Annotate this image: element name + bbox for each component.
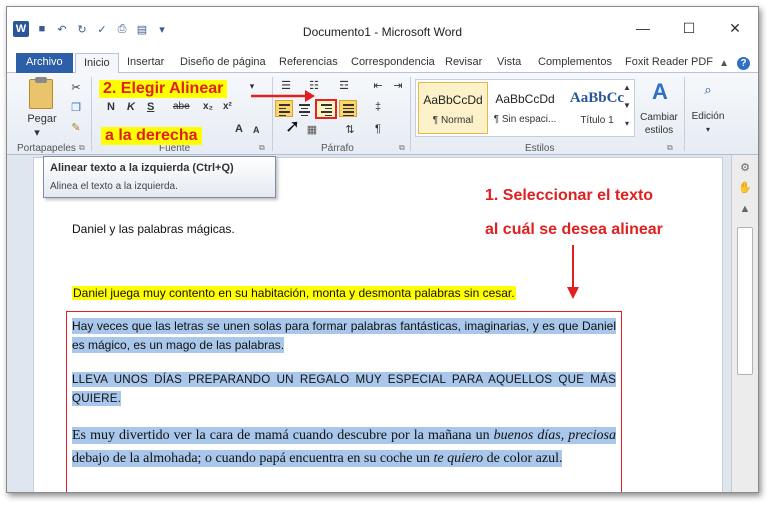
format-painter-icon[interactable]: ✎ — [69, 121, 83, 134]
styles-gallery: AaBbCcDd ¶ Normal AaBbCcDd ¶ Sin espaci.… — [415, 79, 635, 137]
mouse-cursor-icon: ➚ — [285, 116, 301, 136]
justify-button[interactable] — [339, 100, 357, 117]
vertical-scrollbar[interactable]: ⚙ ✋ ▲ — [731, 155, 758, 492]
title-bar: W ■ ↶ ↻ ✓ ⎙ ▤ ▾ Documento1 - Microsoft W… — [7, 7, 758, 49]
paste-dropdown-icon[interactable]: ▾ — [27, 126, 47, 139]
decrease-indent-icon[interactable]: ⇤ — [371, 79, 385, 92]
style-name: ¶ Sin espaci... — [493, 114, 557, 125]
grow-font-button[interactable]: A — [235, 123, 243, 135]
align-right-icon — [321, 104, 332, 118]
style-sin-espaciado[interactable]: AaBbCcDd ¶ Sin espaci... — [490, 82, 560, 134]
find-icon[interactable]: ⌕ — [695, 79, 721, 101]
highlighted-paragraph[interactable]: Daniel juega muy contento en su habitaci… — [72, 286, 516, 300]
minimize-button[interactable]: — — [620, 17, 666, 39]
selection-highlight-box — [66, 311, 622, 492]
multilevel-list-icon[interactable]: ☲ — [337, 79, 351, 92]
style-normal[interactable]: AaBbCcDd ¶ Normal — [418, 82, 488, 134]
subscript-button[interactable]: x₂ — [203, 101, 213, 112]
paste-icon[interactable] — [29, 77, 53, 109]
help-icon[interactable]: ? — [737, 57, 750, 70]
line-spacing-icon[interactable]: ‡ — [369, 101, 387, 113]
tab-diseno-pagina[interactable]: Diseño de página — [172, 53, 274, 73]
shrink-font-button[interactable]: A — [253, 125, 260, 135]
close-button[interactable]: ✕ — [712, 17, 758, 39]
italic-button[interactable]: K — [127, 101, 135, 113]
show-marks-button[interactable]: ¶ — [371, 123, 385, 135]
borders-icon[interactable]: ▦ — [305, 123, 319, 136]
sort-icon[interactable]: ⇅ — [343, 123, 357, 136]
ruler-toggle-icon[interactable]: ⚙ — [738, 161, 752, 175]
font-launcher-icon[interactable]: ⧉ — [259, 143, 265, 153]
tab-referencias[interactable]: Referencias — [271, 53, 346, 73]
tab-archivo[interactable]: Archivo — [16, 53, 73, 73]
tab-insertar[interactable]: Insertar — [119, 53, 172, 73]
style-name: ¶ Normal — [432, 115, 474, 126]
step1-annotation-line1: 1. Seleccionar el texto — [485, 187, 654, 204]
strikethrough-button[interactable]: abe — [173, 101, 190, 112]
pan-hand-icon[interactable]: ✋ — [738, 181, 752, 195]
collapse-ribbon-icon[interactable]: ▲ — [719, 58, 729, 69]
maximize-button[interactable]: ☐ — [666, 17, 712, 39]
font-size-dropdown-icon[interactable]: ▾ — [247, 81, 257, 92]
tab-foxit[interactable]: Foxit Reader PDF — [617, 53, 721, 73]
paragraph-launcher-icon[interactable]: ⧉ — [399, 143, 405, 153]
increase-indent-icon[interactable]: ⇥ — [391, 79, 405, 92]
style-sample: AaBbCcDd — [495, 92, 555, 106]
scrollbar-thumb[interactable] — [737, 227, 753, 375]
tab-revisar[interactable]: Revisar — [437, 53, 490, 73]
tooltip-title: Alinear texto a la izquierda (Ctrl+Q) — [50, 162, 234, 174]
group-label-clipboard: Portapapeles — [17, 143, 76, 154]
paste-button[interactable]: Pegar — [25, 113, 59, 125]
copy-icon[interactable]: ❐ — [69, 101, 83, 114]
styles-scroll-down-icon[interactable]: ▼ — [621, 101, 633, 110]
editing-button[interactable]: Edición — [683, 111, 733, 122]
change-styles-icon[interactable]: A — [647, 79, 673, 105]
tab-vista[interactable]: Vista — [489, 53, 529, 73]
tab-inicio[interactable]: Inicio — [75, 53, 119, 74]
tooltip-body: Alinea el texto a la izquierda. — [50, 181, 178, 192]
underline-button[interactable]: S — [147, 101, 154, 113]
group-label-styles: Estilos — [525, 143, 555, 154]
style-sample: AaBbCcDd — [423, 93, 483, 107]
align-center-icon — [299, 104, 310, 118]
justify-icon — [343, 104, 354, 118]
align-left-button[interactable] — [275, 100, 293, 117]
styles-launcher-icon[interactable]: ⧉ — [667, 143, 673, 153]
bullets-icon[interactable]: ☰ — [279, 79, 293, 92]
document-page[interactable]: Daniel y las palabras mágicas. Daniel ju… — [33, 157, 723, 492]
change-styles-button[interactable]: Cambiar estilos — [635, 111, 683, 137]
align-left-tooltip: Alinear texto a la izquierda (Ctrl+Q) Al… — [43, 156, 276, 198]
step2-annotation-line1: 2. Elegir Alinear — [99, 80, 228, 98]
align-right-button[interactable] — [315, 99, 337, 119]
group-label-paragraph: Párrafo — [321, 143, 354, 154]
document-title-line[interactable]: Daniel y las palabras mágicas. — [72, 222, 235, 236]
styles-scroll-up-icon[interactable]: ▲ — [621, 83, 633, 92]
clipboard-launcher-icon[interactable]: ⧉ — [79, 143, 85, 153]
word-window: W ■ ↶ ↻ ✓ ⎙ ▤ ▾ Documento1 - Microsoft W… — [6, 6, 759, 493]
ribbon-tabs: Archivo Inicio Insertar Diseño de página… — [7, 49, 758, 74]
step2-annotation-line2: a la derecha — [101, 127, 202, 145]
tab-correspondencia[interactable]: Correspondencia — [343, 53, 443, 73]
scroll-up-icon[interactable]: ▲ — [738, 203, 752, 217]
tab-complementos[interactable]: Complementos — [530, 53, 620, 73]
numbering-icon[interactable]: ☷ — [307, 79, 321, 92]
document-area: Daniel y las palabras mágicas. Daniel ju… — [7, 155, 727, 492]
step1-annotation-line2: al cuál se desea alinear — [485, 221, 663, 238]
cut-icon[interactable]: ✂ — [69, 81, 83, 94]
editing-dropdown-icon[interactable]: ▾ — [703, 125, 713, 134]
bold-button[interactable]: N — [107, 101, 115, 113]
align-center-button[interactable] — [295, 100, 313, 117]
styles-more-icon[interactable]: ▾ — [621, 119, 633, 128]
superscript-button[interactable]: x² — [223, 101, 232, 112]
